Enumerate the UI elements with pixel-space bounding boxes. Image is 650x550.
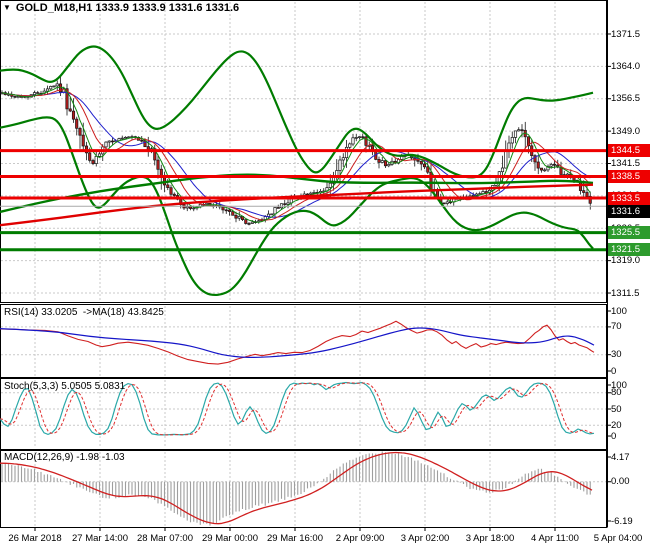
stoch-label: Stoch(5,3,3) 5.0505 5.0831: [4, 381, 125, 392]
indicator-tick-label: 50: [611, 404, 622, 415]
symbol-bar: ▼ GOLD_M18,H1 1333.9 1333.9 1331.6 1331.…: [3, 2, 239, 14]
price-level-tag: 1321.5: [608, 243, 650, 256]
price-tick-label: 1341.5: [611, 158, 640, 169]
time-axis-label: 5 Apr 04:00: [594, 533, 643, 544]
price-tick-label: 1349.0: [611, 126, 640, 137]
indicator-tick-label: 20: [611, 420, 622, 431]
time-axis-label: 29 Mar 00:00: [202, 533, 258, 544]
price-tick-label: 1371.5: [611, 29, 640, 40]
indicator-tick-label: -6.19: [611, 516, 633, 527]
price-level-tag: 1325.5: [608, 226, 650, 239]
indicator-tick-label: 4.17: [611, 452, 630, 463]
price-level-tag: 1338.5: [608, 170, 650, 183]
time-axis-label: 29 Mar 16:00: [267, 533, 323, 544]
time-axis-label: 4 Apr 11:00: [531, 533, 579, 544]
symbol-dropdown-icon[interactable]: ▼: [3, 3, 11, 13]
price-tick-label: 1319.0: [611, 255, 640, 266]
price-level-tag: 1333.5: [608, 192, 650, 205]
time-axis-label: 28 Mar 07:00: [137, 533, 193, 544]
indicator-tick-label: 0.00: [611, 476, 630, 487]
time-axis-label: 2 Apr 09:00: [336, 533, 385, 544]
price-tick-label: 1311.5: [611, 288, 639, 299]
indicator-tick-label: 30: [611, 349, 622, 360]
macd-label: MACD(12,26,9) -1.98 -1.03: [4, 452, 125, 463]
indicator-tick-label: 100: [611, 306, 627, 317]
time-axis-label: 27 Mar 14:00: [72, 533, 128, 544]
chart-title: GOLD_M18,H1 1333.9 1333.9 1331.6 1331.6: [16, 2, 239, 14]
time-axis-label: 3 Apr 18:00: [466, 533, 515, 544]
price-tick-label: 1356.5: [611, 93, 640, 104]
indicator-tick-label: 0: [611, 366, 616, 377]
chart-canvas[interactable]: [0, 0, 650, 550]
current-price-tag: 1331.6: [608, 205, 650, 218]
indicator-tick-label: 0: [611, 431, 616, 442]
time-axis-label: 26 Mar 2018: [8, 533, 61, 544]
price-tick-label: 1364.0: [611, 61, 640, 72]
indicator-tick-label: 80: [611, 387, 622, 398]
price-level-tag: 1344.5: [608, 144, 650, 157]
time-axis-label: 3 Apr 02:00: [401, 533, 450, 544]
rsi-label: RSI(14) 33.0205 ->MA(18) 43.8425: [4, 307, 164, 318]
chart-window: ▼ GOLD_M18,H1 1333.9 1333.9 1331.6 1331.…: [0, 0, 650, 550]
indicator-tick-label: 70: [611, 321, 622, 332]
